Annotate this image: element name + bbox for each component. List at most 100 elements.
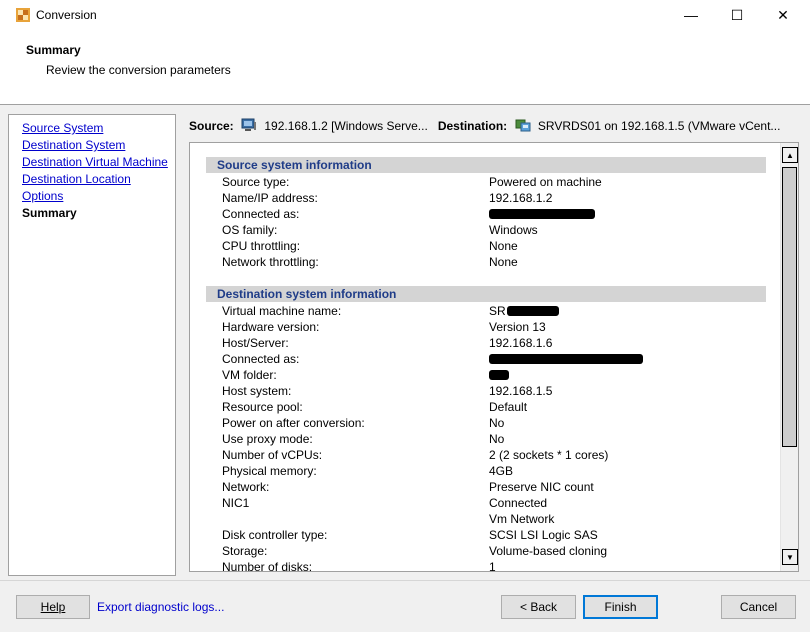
scrollbar-thumb[interactable] bbox=[782, 167, 797, 447]
summary-row: Connected as: bbox=[206, 206, 766, 222]
finish-button[interactable]: Finish bbox=[583, 595, 658, 619]
help-button-label: Help bbox=[40, 600, 66, 614]
row-label: Connected as: bbox=[222, 352, 300, 366]
row-label: Number of vCPUs: bbox=[222, 448, 323, 462]
source-destination-bar: Source: 192.168.1.2 [Windows Serve... De… bbox=[189, 118, 799, 136]
title-bar: Conversion — ☐ ✕ bbox=[0, 0, 810, 30]
row-label: VM folder: bbox=[222, 368, 277, 382]
summary-row: Network: Preserve NIC count bbox=[206, 479, 766, 495]
row-value: 192.168.1.5 bbox=[489, 384, 553, 398]
conversion-app-icon bbox=[16, 8, 30, 22]
summary-row: Virtual machine name: SR bbox=[206, 303, 766, 319]
nav-item-destination-virtual-machine[interactable]: Destination Virtual Machine bbox=[22, 155, 175, 172]
minimize-button[interactable]: — bbox=[668, 0, 714, 30]
summary-row: CPU throttling: None bbox=[206, 238, 766, 254]
row-label: Host system: bbox=[222, 384, 292, 398]
summary-scrollbar[interactable]: ▲ ▼ bbox=[780, 143, 798, 571]
row-value: Volume-based cloning bbox=[489, 544, 608, 558]
row-value: No bbox=[489, 416, 505, 430]
summary-row: VM folder: bbox=[206, 367, 766, 383]
row-value: Windows bbox=[489, 223, 538, 237]
scroll-down-arrow-icon[interactable]: ▼ bbox=[782, 549, 798, 565]
summary-row: Hardware version: Version 13 bbox=[206, 319, 766, 335]
summary-row: Number of vCPUs: 2 (2 sockets * 1 cores) bbox=[206, 447, 766, 463]
nav-item-destination-system[interactable]: Destination System bbox=[22, 138, 175, 155]
row-label: Connected as: bbox=[222, 207, 300, 221]
nav-item-source-system[interactable]: Source System bbox=[22, 121, 175, 138]
row-value: Connected bbox=[489, 496, 548, 510]
row-value: 4GB bbox=[489, 464, 514, 478]
redaction-mark bbox=[489, 370, 509, 380]
source-section-header: Source system information bbox=[206, 157, 766, 173]
summary-row: NIC1 Connected bbox=[206, 495, 766, 511]
row-value: 2 (2 sockets * 1 cores) bbox=[489, 448, 609, 462]
row-value-redacted bbox=[489, 206, 595, 222]
row-value: SCSI LSI Logic SAS bbox=[489, 528, 598, 542]
row-label: Number of disks: bbox=[222, 560, 313, 572]
summary-row: Power on after conversion: No bbox=[206, 415, 766, 431]
summary-row: Name/IP address: 192.168.1.2 bbox=[206, 190, 766, 206]
summary-row: Network throttling: None bbox=[206, 254, 766, 270]
redaction-mark bbox=[506, 306, 559, 316]
summary-row: Resource pool: Default bbox=[206, 399, 766, 415]
close-button[interactable]: ✕ bbox=[760, 0, 806, 30]
summary-row: Host/Server: 192.168.1.6 bbox=[206, 335, 766, 351]
row-value: Default bbox=[489, 400, 528, 414]
summary-row: Host system: 192.168.1.5 bbox=[206, 383, 766, 399]
redaction-mark bbox=[489, 209, 595, 219]
nav-item-destination-location[interactable]: Destination Location bbox=[22, 172, 175, 189]
nav-item-options[interactable]: Options bbox=[22, 189, 175, 206]
page-subtitle: Review the conversion parameters bbox=[46, 63, 231, 77]
computer-monitor-icon bbox=[241, 118, 257, 131]
wizard-steps-nav: Source System Destination System Destina… bbox=[8, 114, 176, 576]
summary-panel[interactable]: Source system information Source type: Po… bbox=[189, 142, 799, 572]
destination-label: Destination: bbox=[437, 119, 508, 133]
page-title: Summary bbox=[26, 43, 81, 57]
nav-item-summary: Summary bbox=[22, 206, 77, 220]
source-label: Source: bbox=[189, 119, 234, 133]
row-label: Physical memory: bbox=[222, 464, 317, 478]
destination-section-header: Destination system information bbox=[206, 286, 766, 302]
row-label: Power on after conversion: bbox=[222, 416, 365, 430]
row-value-partial-redacted: SR bbox=[489, 303, 559, 319]
footer-divider bbox=[0, 580, 810, 581]
vm-host-icon bbox=[515, 119, 531, 132]
row-value: 192.168.1.2 bbox=[489, 191, 553, 205]
window-title: Conversion bbox=[36, 8, 97, 22]
maximize-button[interactable]: ☐ bbox=[714, 0, 760, 30]
row-label: NIC1 bbox=[222, 496, 250, 510]
wizard-header: Summary Review the conversion parameters bbox=[0, 30, 810, 105]
summary-row: OS family: Windows bbox=[206, 222, 766, 238]
row-label: Storage: bbox=[222, 544, 268, 558]
scroll-up-arrow-icon[interactable]: ▲ bbox=[782, 147, 798, 163]
summary-content: Source system information Source type: Po… bbox=[206, 157, 766, 572]
row-label: Network: bbox=[222, 480, 270, 494]
row-value: SR bbox=[489, 304, 506, 318]
row-label: Use proxy mode: bbox=[222, 432, 313, 446]
row-label: Disk controller type: bbox=[222, 528, 328, 542]
row-label: Hardware version: bbox=[222, 320, 320, 334]
cancel-button[interactable]: Cancel bbox=[721, 595, 796, 619]
summary-row: Disk controller type: SCSI LSI Logic SAS bbox=[206, 527, 766, 543]
row-label: Source type: bbox=[222, 175, 290, 189]
row-value: None bbox=[489, 239, 518, 253]
row-label: Virtual machine name: bbox=[222, 304, 342, 318]
destination-value: SRVRDS01 on 192.168.1.5 (VMware vCent... bbox=[537, 119, 781, 133]
row-label: CPU throttling: bbox=[222, 239, 301, 253]
row-value: Vm Network bbox=[489, 512, 555, 526]
row-label: Network throttling: bbox=[222, 255, 319, 269]
row-value: None bbox=[489, 255, 518, 269]
source-value: 192.168.1.2 [Windows Serve... bbox=[264, 119, 428, 133]
row-label: OS family: bbox=[222, 223, 278, 237]
summary-row: Physical memory: 4GB bbox=[206, 463, 766, 479]
help-button[interactable]: Help bbox=[16, 595, 90, 619]
summary-row: Use proxy mode: No bbox=[206, 431, 766, 447]
export-diagnostic-logs-link[interactable]: Export diagnostic logs... bbox=[97, 600, 224, 614]
row-value: Version 13 bbox=[489, 320, 546, 334]
summary-row: Source type: Powered on machine bbox=[206, 174, 766, 190]
redaction-mark bbox=[489, 354, 643, 364]
back-button[interactable]: < Back bbox=[501, 595, 576, 619]
row-value: 192.168.1.6 bbox=[489, 336, 553, 350]
row-value: No bbox=[489, 432, 505, 446]
